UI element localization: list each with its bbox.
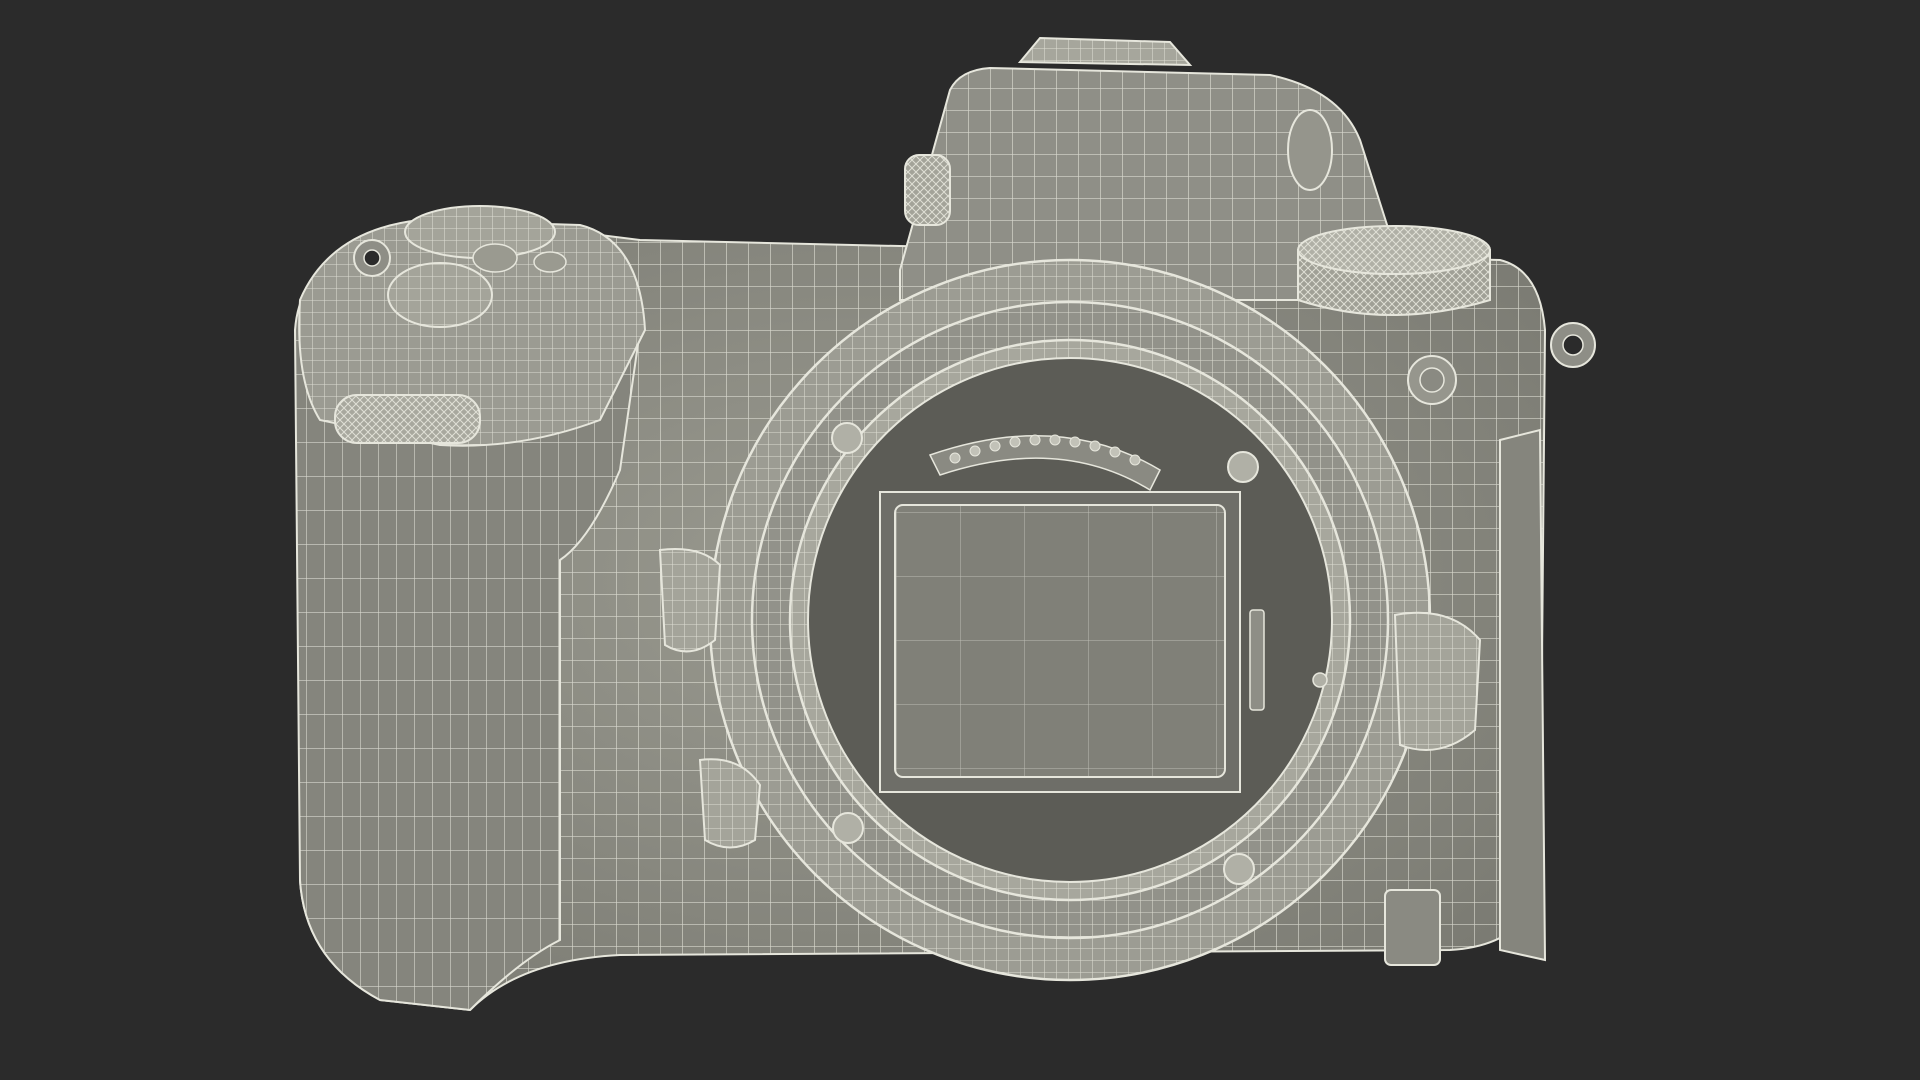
render-viewport bbox=[0, 0, 1920, 1080]
af-assist-lamp bbox=[1407, 355, 1457, 405]
front-command-dial bbox=[334, 394, 481, 444]
hot-shoe bbox=[1017, 36, 1193, 67]
diopter-knob bbox=[904, 154, 951, 226]
mode-dial bbox=[1297, 225, 1491, 316]
lens-release-button bbox=[1393, 611, 1482, 751]
strap-lug-right bbox=[1550, 322, 1596, 368]
strap-lug-left bbox=[353, 239, 391, 277]
camera-wireframe-render bbox=[293, 36, 1596, 1012]
